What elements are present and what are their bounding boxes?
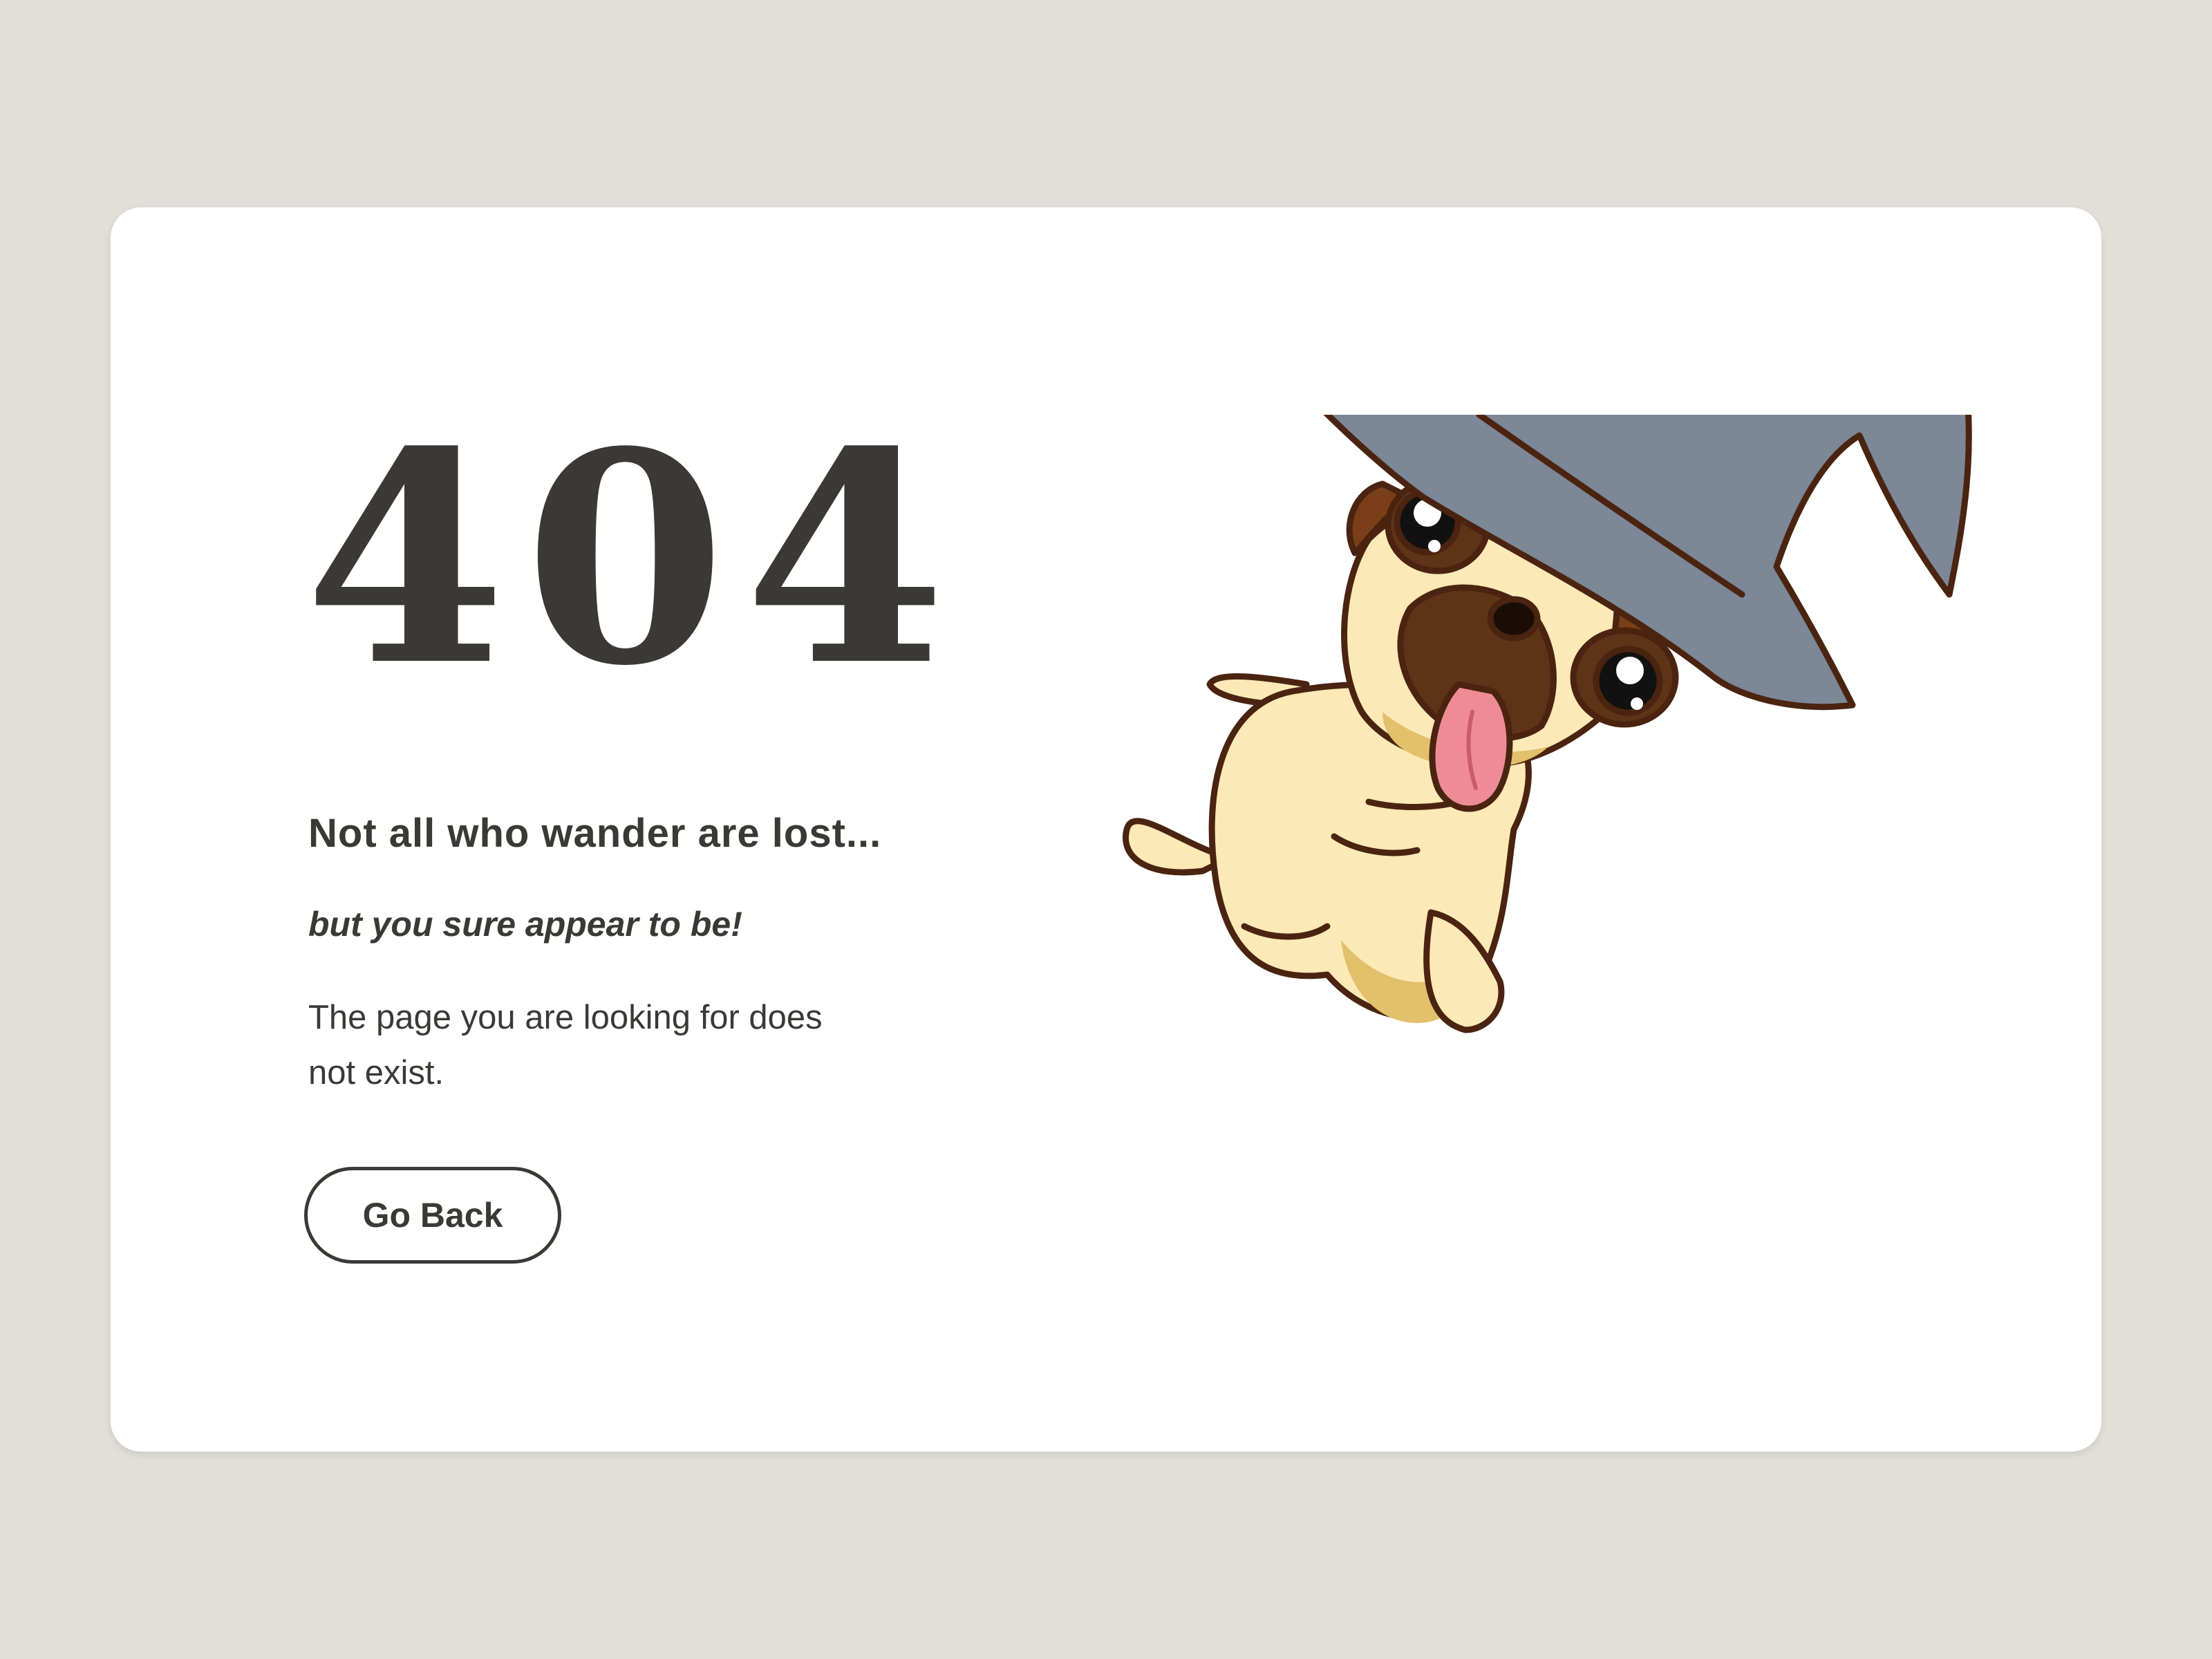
error-card: 404 Not all who wander are lost... but y…	[111, 207, 2101, 1452]
error-description: The page you are looking for does not ex…	[308, 999, 823, 1091]
pug-wizard-icon	[1123, 415, 1972, 1033]
error-tagline: but you sure appear to be!	[308, 905, 742, 944]
go-back-button[interactable]: Go Back	[304, 1167, 561, 1264]
error-code: 404	[304, 389, 964, 730]
error-headline: Not all who wander are lost...	[308, 811, 882, 856]
